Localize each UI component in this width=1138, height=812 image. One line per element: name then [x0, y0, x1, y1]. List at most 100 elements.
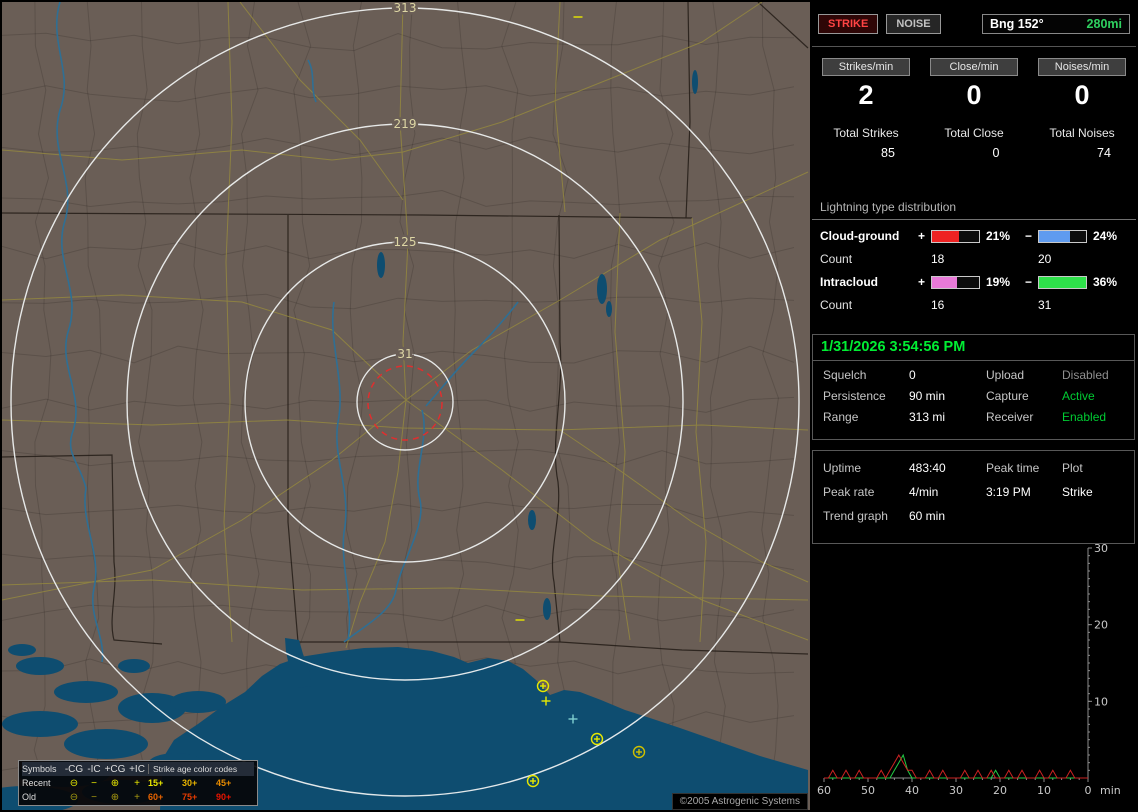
age-30: 30+	[182, 778, 198, 788]
pos-ic-old-icon: +	[134, 791, 140, 803]
lightning-map[interactable]: 313 219 125 31	[2, 2, 810, 810]
upload-status: Disabled	[1062, 368, 1109, 382]
strikes-column: Strikes/min 2 Total Strikes 85	[812, 52, 920, 160]
ring-distance-label: 125	[394, 235, 417, 249]
cloud-ground-plus-bar	[931, 229, 980, 243]
svg-text:60: 60	[817, 784, 831, 797]
intracloud-minus-count: 31	[1038, 298, 1052, 312]
trend-series-close	[824, 753, 1088, 779]
neg-ic-recent-icon: −	[91, 777, 97, 789]
plot-label: Plot	[1062, 461, 1083, 475]
trend-graph: 30 20 10 60 50 40 30 20 10 0 min	[817, 542, 1121, 797]
close-per-min-value: 0	[966, 80, 982, 110]
session-row: Peak rate 4/min 3:19 PM Strike	[813, 485, 1134, 499]
total-strikes-label: Total Strikes	[833, 126, 899, 140]
svg-text:10: 10	[1094, 695, 1108, 708]
cloud-ground-row: Cloud-ground + 21% − 24%	[812, 229, 1136, 243]
capture-status: Active	[1062, 389, 1095, 403]
svg-text:10: 10	[1037, 784, 1051, 797]
trend-series-strikes	[824, 753, 1088, 780]
range-label: Range	[823, 410, 859, 424]
legend-symbols-header: Symbols	[22, 764, 57, 774]
neg-cg-recent-icon: ⊖	[69, 777, 79, 789]
trend-graph-area: 30 20 10 60 50 40 30 20 10 0 min	[812, 542, 1136, 810]
distance-value: 280mi	[1086, 17, 1122, 31]
cloud-ground-plus-count: 18	[931, 252, 945, 266]
bar-fill	[932, 276, 957, 288]
peak-time-value: 3:19 PM	[986, 485, 1031, 499]
total-noises-value: 74	[1097, 146, 1111, 160]
cloud-ground-minus-count: 20	[1038, 252, 1052, 266]
noises-per-min-button[interactable]: Noises/min	[1038, 58, 1126, 76]
total-strikes-value: 85	[881, 146, 895, 160]
total-noises-label: Total Noises	[1049, 126, 1115, 140]
bearing-readout: Bng 152° 280mi	[982, 14, 1130, 34]
pos-ic-recent-icon: +	[134, 777, 140, 789]
session-row: Uptime 483:40 Peak time Plot	[813, 461, 1134, 475]
bearing-value: Bng 152°	[990, 17, 1044, 31]
legend-old-row: Old ⊖ − ⊕ + 60+ 75+ 90+	[22, 790, 254, 804]
intracloud-count-row: Count 16 31	[812, 298, 1136, 312]
bar-fill	[932, 230, 960, 242]
plot-value: Strike	[1062, 485, 1093, 499]
neg-cg-old-icon: ⊖	[69, 791, 79, 803]
map-legend: Symbols -CG -IC +CG +IC Strike age color…	[18, 760, 258, 806]
age-45: 45+	[216, 778, 232, 788]
svg-text:min: min	[1100, 784, 1121, 797]
squelch-value: 0	[909, 368, 916, 382]
intracloud-plus-pct: 19%	[986, 275, 1011, 289]
legend-recent-row: Recent ⊖ − ⊕ + 15+ 30+ 45+	[22, 776, 254, 790]
noises-column: Noises/min 0 Total Noises 74	[1028, 52, 1136, 160]
intracloud-label: Intracloud	[820, 275, 879, 289]
cloud-ground-label: Cloud-ground	[820, 229, 900, 243]
peak-rate-label: Peak rate	[823, 485, 875, 499]
plus-sign: +	[918, 229, 926, 243]
receiver-label: Receiver	[986, 410, 1034, 424]
squelch-label: Squelch	[823, 368, 867, 382]
session-stats-box: Uptime 483:40 Peak time Plot Peak rate 4…	[812, 450, 1135, 544]
receiver-status: Enabled	[1062, 410, 1107, 424]
cloud-ground-count-row: Count 18 20	[812, 252, 1136, 266]
svg-text:40: 40	[905, 784, 919, 797]
rate-counters: Strikes/min 2 Total Strikes 85 Close/min…	[812, 52, 1136, 160]
strike-mode-button[interactable]: STRIKE	[818, 14, 879, 34]
distribution-title: Lightning type distribution	[812, 198, 1136, 220]
bar-fill	[1039, 230, 1071, 242]
uptime-label: Uptime	[823, 461, 862, 475]
system-status-box: 1/31/2026 3:54:56 PM Squelch 0 Upload Di…	[812, 334, 1135, 440]
map-panel: 313 219 125 31 Symbols -CG -IC +CG +IC Stri…	[2, 2, 810, 810]
count-label: Count	[820, 252, 853, 266]
bar-fill	[1039, 276, 1086, 288]
trend-setting-row: Trend graph 60 min	[813, 509, 1134, 523]
neg-ic-old-icon: −	[91, 791, 97, 803]
close-column: Close/min 0 Total Close 0	[920, 52, 1028, 160]
cloud-ground-minus-bar	[1038, 229, 1087, 243]
status-row: Persistence 90 min Capture Active	[813, 389, 1134, 403]
ring-distance-label: 31	[397, 347, 412, 361]
cloud-ground-minus-pct: 24%	[1093, 229, 1118, 243]
legend-col-neg-cg: -CG	[64, 763, 84, 775]
minus-sign: −	[1025, 275, 1033, 289]
intracloud-minus-pct: 36%	[1093, 275, 1118, 289]
intracloud-row: Intracloud + 19% − 36%	[812, 275, 1136, 289]
legend-old-label: Old	[22, 792, 37, 802]
age-90: 90+	[216, 792, 232, 802]
legend-age-header: Strike age color codes	[148, 764, 250, 774]
cloud-ground-plus-pct: 21%	[986, 229, 1011, 243]
legend-col-neg-ic: -IC	[87, 763, 101, 775]
peak-time-label: Peak time	[986, 461, 1040, 475]
minus-sign: −	[1025, 229, 1033, 243]
peak-rate-value: 4/min	[909, 485, 939, 499]
persistence-value: 90 min	[909, 389, 946, 403]
lightning-detector-window: 313 219 125 31 Symbols -CG -IC +CG +IC Stri…	[0, 0, 1138, 812]
strikes-per-min-button[interactable]: Strikes/min	[822, 58, 910, 76]
upload-label: Upload	[986, 368, 1025, 382]
status-row: Squelch 0 Upload Disabled	[813, 368, 1134, 382]
svg-text:20: 20	[1094, 619, 1108, 632]
noise-mode-button[interactable]: NOISE	[886, 14, 941, 34]
range-value: 313 mi	[909, 410, 946, 424]
close-per-min-button[interactable]: Close/min	[930, 58, 1018, 76]
total-close-label: Total Close	[944, 126, 1004, 140]
svg-text:30: 30	[949, 784, 963, 797]
age-60: 60+	[148, 792, 164, 802]
